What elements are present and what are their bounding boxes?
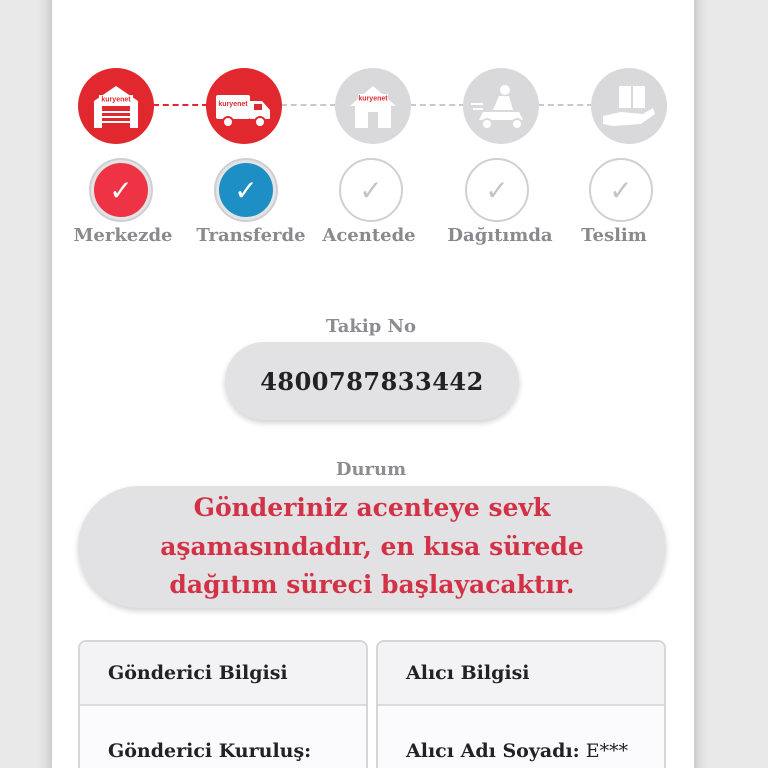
tracking-number-pill: 4800787833442 [225, 342, 519, 420]
status-pill: Gönderiniz acenteye sevk aşamasındadır, … [78, 486, 666, 608]
step-label-teslim: Teslim [581, 225, 647, 246]
sender-info-title: Gönderici Bilgisi [80, 642, 366, 706]
truck-icon: kuryenet [206, 68, 282, 144]
receiver-info-title: Alıcı Bilgisi [378, 642, 664, 706]
status-message: Gönderiniz acenteye sevk aşamasındadır, … [160, 492, 584, 600]
package-hand-icon [591, 68, 667, 144]
step-label-merkezde: Merkezde [73, 225, 173, 246]
sender-company-label: Gönderici Kuruluş: [108, 740, 312, 762]
sender-info-panel: Gönderici Bilgisi Gönderici Kuruluş: [78, 640, 368, 768]
progress-connector-1 [153, 104, 208, 106]
receiver-name-label: Alıcı Adı Soyadı: [406, 740, 580, 762]
progress-connector-3 [410, 104, 465, 106]
check-dagitimda: ✓ [465, 158, 529, 222]
check-transferde: ✓ [214, 158, 278, 222]
progress-connector-4 [538, 104, 593, 106]
receiver-name-value: E*** [585, 740, 629, 762]
sender-info-body: Gönderici Kuruluş: [80, 706, 366, 768]
shipment-progress-tracker: kuryenet ✓ Merkezde kuryenet ✓ Transferd… [0, 0, 768, 260]
check-acentede: ✓ [339, 158, 403, 222]
tracking-number-label: Takip No [326, 316, 416, 337]
check-mark-icon: ✓ [359, 173, 383, 207]
status-label: Durum [335, 459, 407, 480]
scooter-courier-icon [463, 68, 539, 144]
check-mark-icon: ✓ [94, 163, 148, 217]
receiver-info-body: Alıcı Adı Soyadı: E*** [378, 706, 664, 768]
brand-label: kuryenet [101, 97, 131, 104]
tracking-number-value: 4800787833442 [260, 366, 484, 396]
check-mark-icon: ✓ [609, 173, 633, 207]
receiver-info-panel: Alıcı Bilgisi Alıcı Adı Soyadı: E*** [376, 640, 666, 768]
agency-house-icon: kuryenet [335, 68, 411, 144]
check-mark-icon: ✓ [219, 163, 273, 217]
check-teslim: ✓ [589, 158, 653, 222]
step-label-acentede: Acentede [322, 225, 416, 246]
svg-text:kuryenet: kuryenet [358, 96, 388, 103]
check-mark-icon: ✓ [485, 173, 509, 207]
progress-connector-2 [281, 104, 336, 106]
svg-text:kuryenet: kuryenet [218, 101, 248, 108]
check-merkezde: ✓ [89, 158, 153, 222]
warehouse-icon: kuryenet [78, 68, 154, 144]
